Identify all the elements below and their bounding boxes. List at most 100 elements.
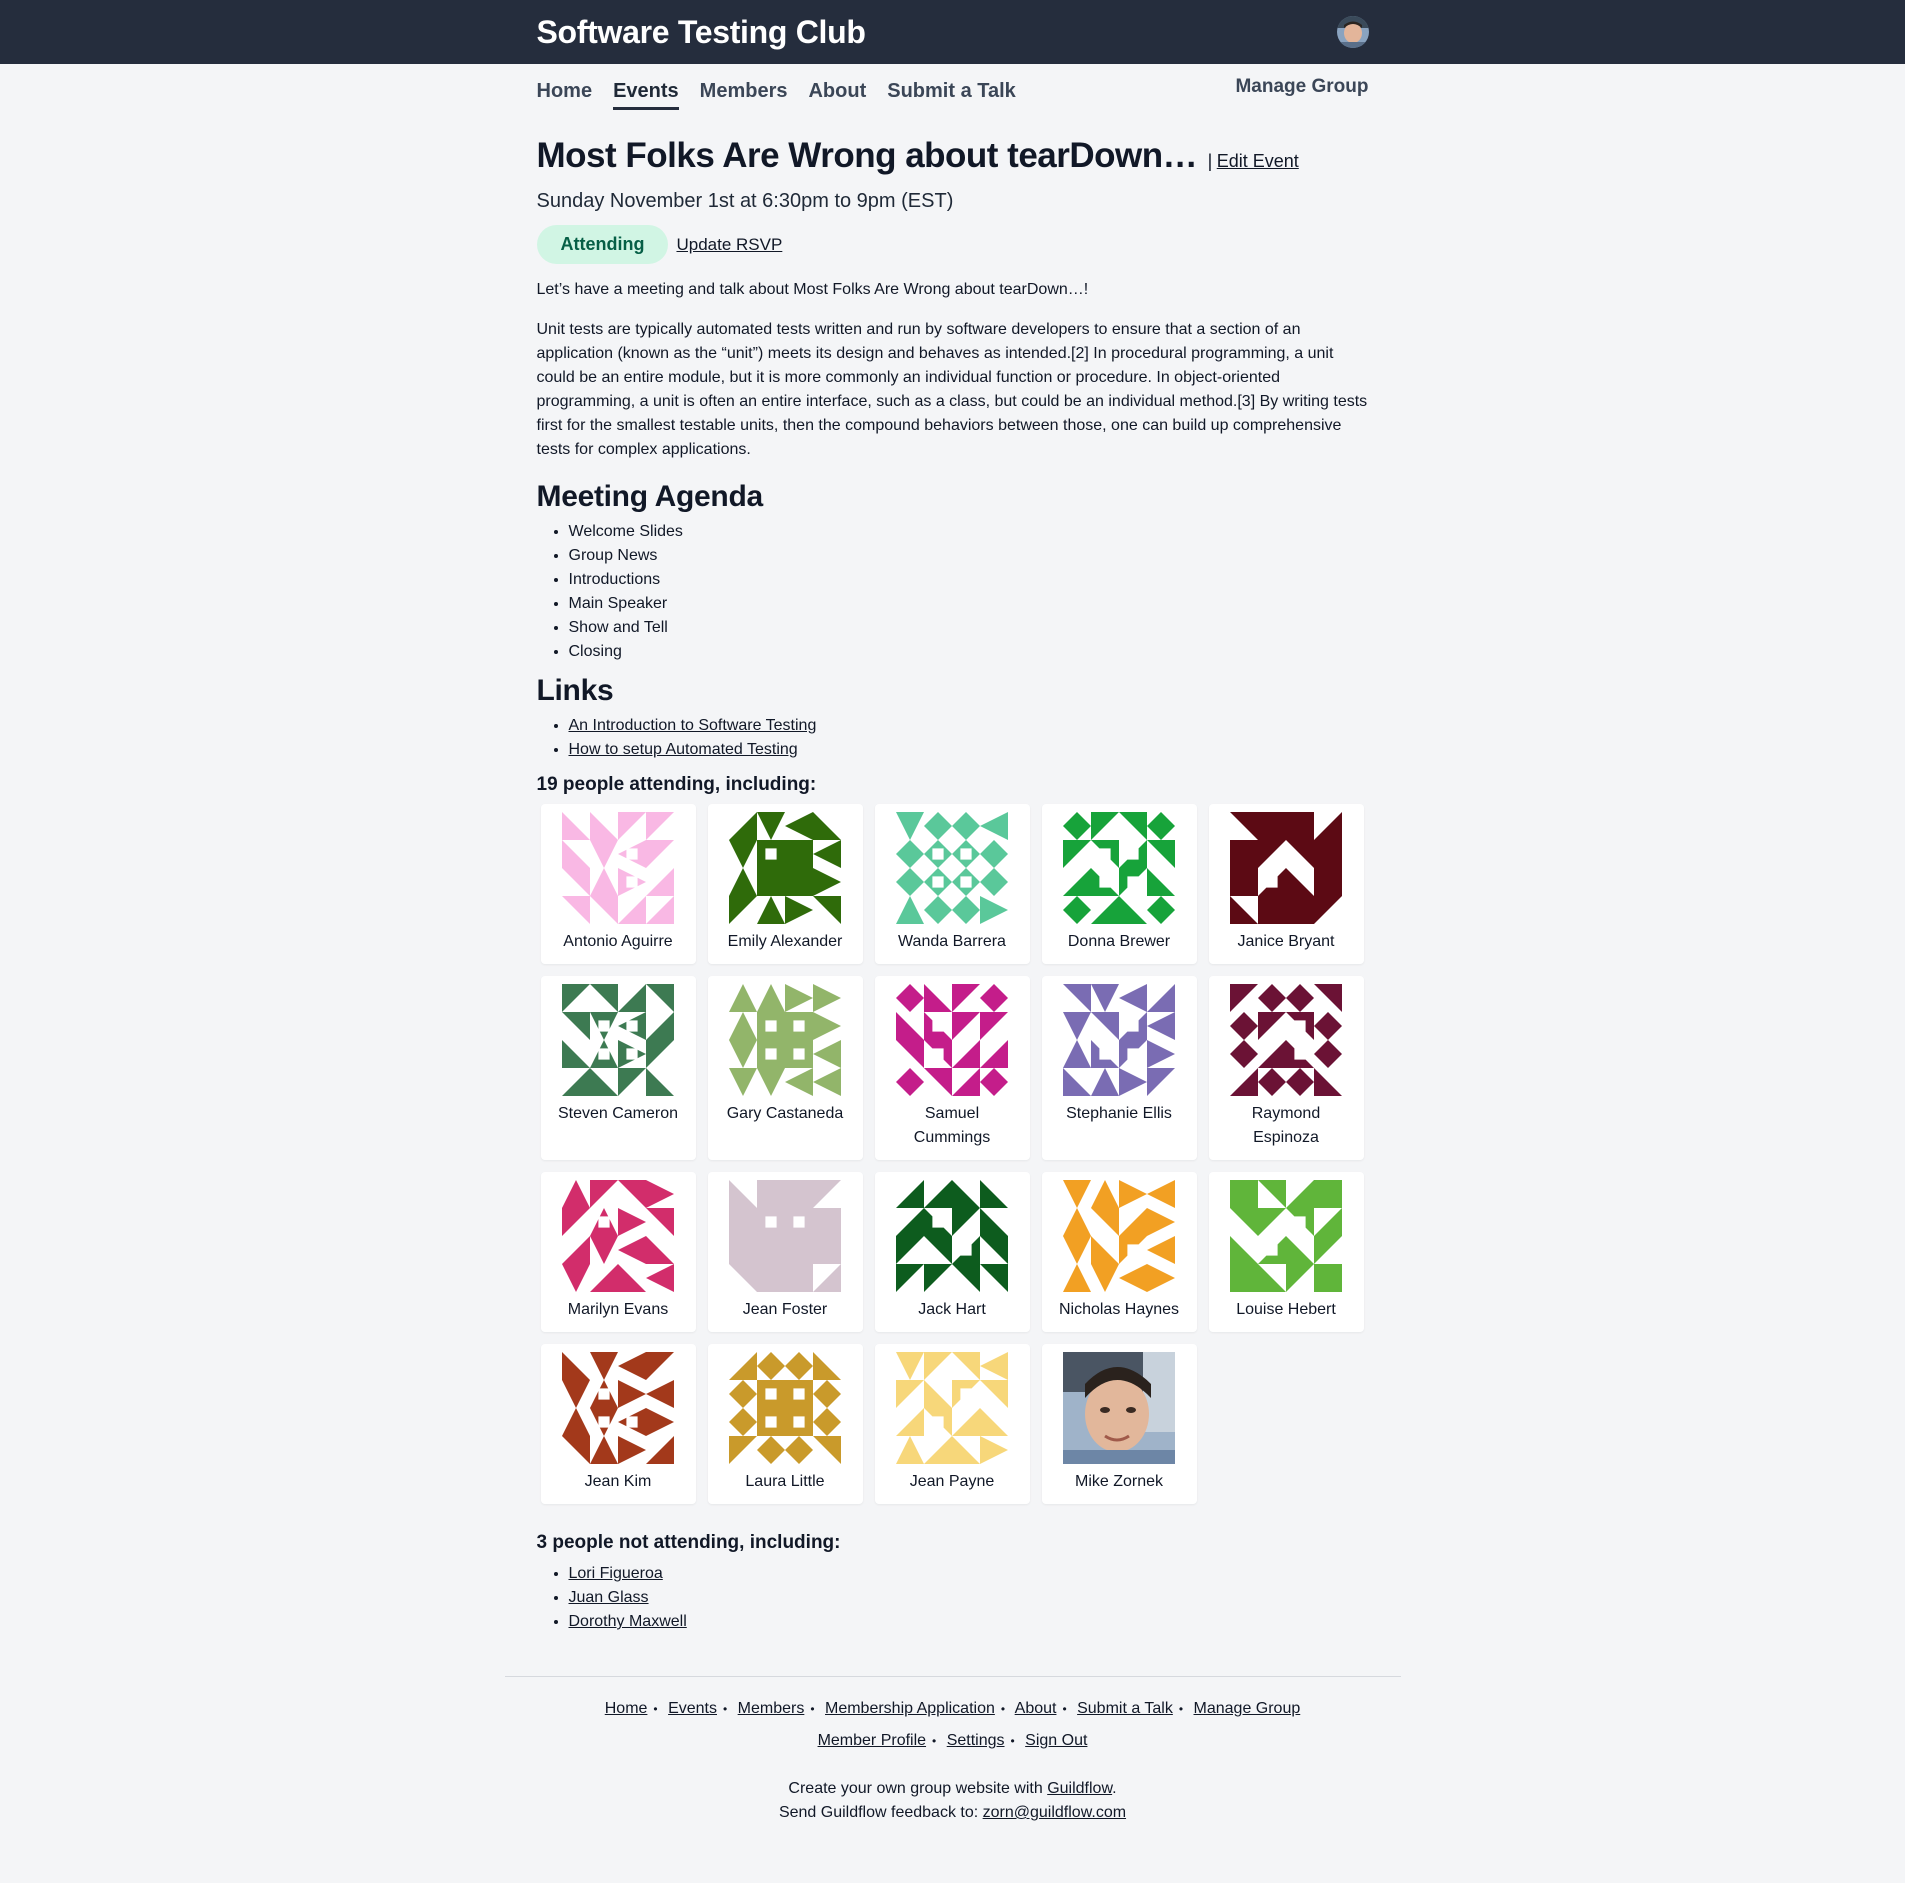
attendee-card[interactable]: Antonio Aguirre: [540, 804, 696, 964]
identicon-icon: [1230, 812, 1342, 924]
identicon-icon: [729, 1180, 841, 1292]
list-item: Lori Figueroa: [569, 1562, 1369, 1586]
attendee-card[interactable]: Donna Brewer: [1041, 804, 1197, 964]
list-item: Dorothy Maxwell: [569, 1610, 1369, 1634]
attendee-name: Nicholas Haynes: [1058, 1301, 1180, 1318]
attendee-card[interactable]: Mike Zornek: [1041, 1344, 1197, 1504]
nav-home[interactable]: Home: [537, 80, 593, 110]
event-intro: Let’s have a meeting and talk about Most…: [536, 281, 1089, 298]
list-item: Welcome Slides: [569, 520, 1369, 544]
attendee-name: Samuel Cummings: [913, 1105, 991, 1146]
identicon-icon: [562, 984, 674, 1096]
footer-credits: Create your own group website with Guild…: [505, 1777, 1401, 1825]
attendee-name: Wanda Barrera: [898, 933, 1006, 950]
identicon-icon: [729, 812, 841, 924]
attendee-card[interactable]: Stephanie Ellis: [1041, 976, 1197, 1160]
attendee-card[interactable]: Jack Hart: [874, 1172, 1030, 1332]
event-datetime: Sunday November 1st at 6:30pm to 9pm (ES…: [536, 190, 954, 212]
profile-photo-icon: [1063, 1352, 1175, 1464]
identicon-icon: [562, 1180, 674, 1292]
title-separator: |: [1207, 151, 1213, 171]
list-item: Closing: [569, 640, 1369, 664]
top-bar: Software Testing Club: [0, 0, 1905, 64]
avatar-photo-icon: [1336, 16, 1369, 48]
site-title[interactable]: Software Testing Club: [537, 14, 866, 51]
feedback-email-link[interactable]: zorn@guildflow.com: [983, 1804, 1126, 1821]
identicon-icon: [1230, 984, 1342, 1096]
list-item: Juan Glass: [569, 1586, 1369, 1610]
attendee-card[interactable]: Jean Foster: [707, 1172, 863, 1332]
attendee-card[interactable]: Jean Payne: [874, 1344, 1030, 1504]
attendee-name: Raymond Espinoza: [1251, 1105, 1321, 1146]
footer-link-events[interactable]: Events: [668, 1700, 717, 1717]
identicon-icon: [896, 1352, 1008, 1464]
attendee-name: Antonio Aguirre: [563, 933, 673, 950]
footer-link-membership-application[interactable]: Membership Application: [825, 1700, 995, 1717]
footer-link-member-profile[interactable]: Member Profile: [818, 1732, 926, 1749]
list-item: Show and Tell: [569, 616, 1369, 640]
event-title-row: Most Folks Are Wrong about tearDown… | E…: [537, 136, 1369, 176]
status-badge: Attending: [536, 225, 669, 264]
attendee-card[interactable]: Samuel Cummings: [874, 976, 1030, 1160]
footer-link-submit-talk[interactable]: Submit a Talk: [1077, 1700, 1173, 1717]
user-avatar[interactable]: [1336, 16, 1369, 48]
links-list: An Introduction to Software Testing How …: [537, 714, 1369, 762]
main-nav: Home Events Members About Submit a Talk …: [537, 64, 1369, 110]
list-item: Introductions: [569, 568, 1369, 592]
not-attending-heading: 3 people not attending, including:: [536, 1532, 841, 1553]
attendee-card[interactable]: Marilyn Evans: [540, 1172, 696, 1332]
identicon-icon: [1063, 984, 1175, 1096]
guildflow-link[interactable]: Guildflow: [1047, 1780, 1112, 1797]
feedback-text: Send Guildflow feedback to:: [778, 1804, 983, 1821]
footer-link-manage-group[interactable]: Manage Group: [1194, 1700, 1301, 1717]
attendee-card[interactable]: Steven Cameron: [540, 976, 696, 1160]
list-item: How to setup Automated Testing: [569, 738, 1369, 762]
nav-events[interactable]: Events: [613, 80, 679, 110]
attending-heading: 19 people attending, including:: [536, 774, 817, 795]
footer-link-sign-out[interactable]: Sign Out: [1025, 1732, 1087, 1749]
not-attending-person[interactable]: Dorothy Maxwell: [569, 1613, 687, 1630]
link-intro-testing[interactable]: An Introduction to Software Testing: [569, 717, 817, 734]
not-attending-person[interactable]: Lori Figueroa: [569, 1565, 663, 1582]
credit-text: Create your own group website with: [788, 1780, 1048, 1797]
footer-link-about[interactable]: About: [1015, 1700, 1057, 1717]
attendee-card[interactable]: Emily Alexander: [707, 804, 863, 964]
footer-link-home[interactable]: Home: [605, 1700, 648, 1717]
identicon-icon: [896, 812, 1008, 924]
attendee-card[interactable]: Jean Kim: [540, 1344, 696, 1504]
attendee-card[interactable]: Janice Bryant: [1208, 804, 1364, 964]
agenda-list: Welcome Slides Group News Introductions …: [537, 520, 1369, 664]
footer-link-members[interactable]: Members: [738, 1700, 805, 1717]
attendee-name: Jack Hart: [918, 1301, 986, 1318]
attendee-card[interactable]: Laura Little: [707, 1344, 863, 1504]
identicon-icon: [562, 1352, 674, 1464]
nav-about[interactable]: About: [808, 80, 866, 110]
identicon-icon: [729, 1352, 841, 1464]
not-attending-person[interactable]: Juan Glass: [569, 1589, 649, 1606]
nav-members[interactable]: Members: [700, 80, 788, 110]
attendee-card[interactable]: Wanda Barrera: [874, 804, 1030, 964]
edit-event-link[interactable]: Edit Event: [1217, 151, 1299, 171]
links-heading: Links: [536, 674, 614, 707]
attendee-name: Jean Foster: [742, 1301, 828, 1318]
footer-link-settings[interactable]: Settings: [947, 1732, 1005, 1749]
attendee-name: Laura Little: [745, 1473, 825, 1490]
attendee-card[interactable]: Louise Hebert: [1208, 1172, 1364, 1332]
list-item: An Introduction to Software Testing: [569, 714, 1369, 738]
attendee-card[interactable]: Raymond Espinoza: [1208, 976, 1364, 1160]
nav-submit-talk[interactable]: Submit a Talk: [887, 80, 1016, 110]
attendee-name: Janice Bryant: [1237, 933, 1335, 950]
attendee-card[interactable]: Gary Castaneda: [707, 976, 863, 1160]
list-item: Main Speaker: [569, 592, 1369, 616]
identicon-icon: [1230, 1180, 1342, 1292]
identicon-icon: [562, 812, 674, 924]
attendee-name: Stephanie Ellis: [1066, 1105, 1172, 1122]
footer-nav-secondary: Member Profile • Settings • Sign Out: [817, 1732, 1088, 1749]
nav-manage-group[interactable]: Manage Group: [1235, 76, 1368, 102]
link-automated-testing[interactable]: How to setup Automated Testing: [569, 741, 798, 758]
attendee-name: Louise Hebert: [1236, 1301, 1336, 1318]
not-attending-list: Lori Figueroa Juan Glass Dorothy Maxwell: [537, 1562, 1369, 1634]
update-rsvp-link[interactable]: Update RSVP: [676, 235, 782, 255]
attendee-card[interactable]: Nicholas Haynes: [1041, 1172, 1197, 1332]
attendee-name: Steven Cameron: [557, 1105, 679, 1122]
